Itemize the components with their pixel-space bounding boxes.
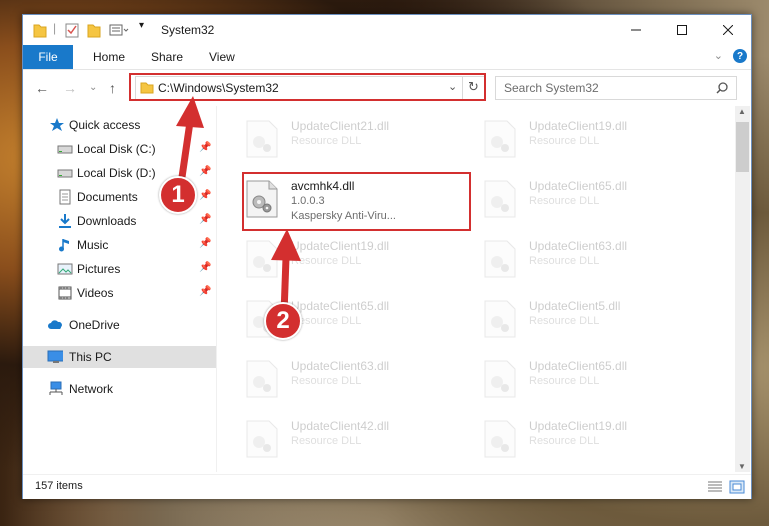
step-badge-2: 2 <box>264 302 302 340</box>
step-badge-1: 1 <box>159 176 197 214</box>
annotation-arrows <box>176 96 301 315</box>
arrow-2-head <box>271 229 301 261</box>
arrow-1-shaft <box>177 121 194 185</box>
arrow-1-head <box>176 96 204 128</box>
